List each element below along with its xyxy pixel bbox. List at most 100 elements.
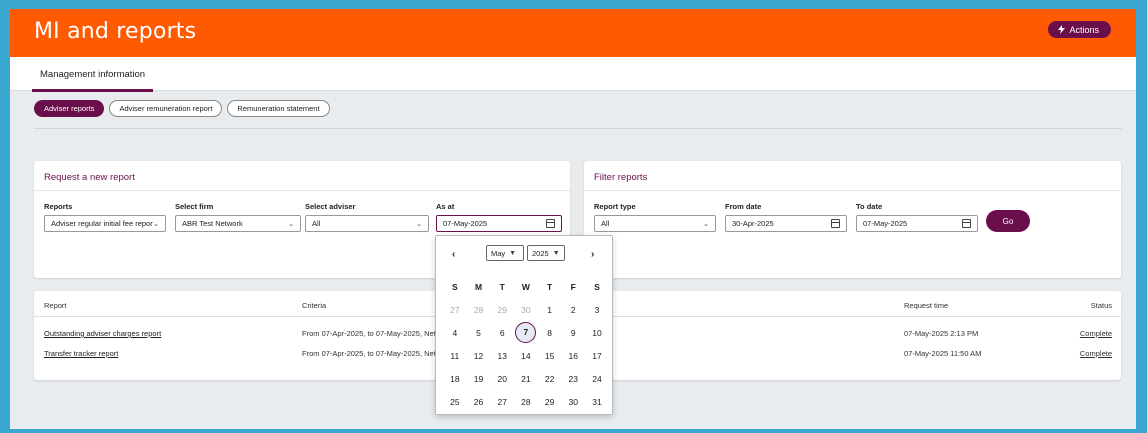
report-type-select[interactable]: All ⌄ <box>594 215 716 232</box>
next-month-button[interactable]: › <box>591 249 594 260</box>
calendar-day-label: 12 <box>473 350 484 361</box>
calendar-day[interactable]: 15 <box>538 351 562 361</box>
firm-select[interactable]: ABR Test Network ⌄ <box>175 215 301 232</box>
as-at-value: 07-May-2025 <box>443 219 488 228</box>
calendar-day[interactable]: 12 <box>467 351 491 361</box>
calendar-day[interactable]: 16 <box>561 351 585 361</box>
calendar-day[interactable]: 29 <box>538 397 562 407</box>
calendar-day-label: 29 <box>497 304 507 315</box>
calendar-day-label: 16 <box>568 350 579 361</box>
reports-value: Adviser regular initial fee report <box>51 219 154 228</box>
calendar-day-label: 28 <box>473 304 484 315</box>
calendar-day[interactable]: 27 <box>490 397 514 407</box>
calendar-day-label: 21 <box>521 373 531 384</box>
previous-month-button[interactable]: ‹ <box>452 249 455 260</box>
calendar-day[interactable]: 25 <box>443 397 467 407</box>
status-link[interactable]: Complete <box>1080 349 1112 358</box>
calendar-icon[interactable] <box>962 219 971 228</box>
column-header-status: Status <box>1090 301 1112 310</box>
month-value: May <box>491 248 506 258</box>
report-link[interactable]: Outstanding adviser charges report <box>44 329 161 338</box>
calendar-day[interactable]: 31 <box>585 397 609 407</box>
lightning-icon <box>1058 25 1066 34</box>
calendar-day-label: 11 <box>450 350 460 361</box>
calendar-day[interactable]: 22 <box>538 374 562 384</box>
actions-button[interactable]: Actions <box>1048 21 1111 38</box>
as-at-date-input[interactable]: 07-May-2025 <box>436 215 562 232</box>
calendar-week-row: 4 5 6 7 8 9 10 <box>443 321 609 344</box>
calendar-day-label: 9 <box>570 327 576 338</box>
calendar-day[interactable]: 7 <box>514 322 538 343</box>
report-link[interactable]: Transfer tracker report <box>44 349 118 358</box>
calendar-day[interactable]: 9 <box>561 328 585 338</box>
calendar-day[interactable]: 3 <box>585 305 609 315</box>
go-button[interactable]: Go <box>986 210 1030 232</box>
calendar-day-label: 14 <box>521 350 531 361</box>
to-date-input[interactable]: 07-May-2025 <box>856 215 978 232</box>
calendar-day[interactable]: 5 <box>467 328 491 338</box>
calendar-day[interactable]: 20 <box>490 374 514 384</box>
calendar-day[interactable]: 6 <box>490 328 514 338</box>
calendar-day[interactable]: 23 <box>561 374 585 384</box>
calendar-day-label: 31 <box>592 396 602 407</box>
calendar-day[interactable]: 28 <box>467 305 491 315</box>
status-link[interactable]: Complete <box>1080 329 1112 338</box>
tab-bar: Management information <box>10 57 1136 92</box>
from-date-label: From date <box>725 202 762 211</box>
calendar-day[interactable]: 17 <box>585 351 609 361</box>
chevron-down-icon: ⌄ <box>416 220 422 228</box>
calendar-day-label: 30 <box>568 396 579 407</box>
calendar-day[interactable]: 13 <box>490 351 514 361</box>
tab-management-information[interactable]: Management information <box>32 57 154 92</box>
year-select[interactable]: 2025 ▼ <box>527 245 565 261</box>
calendar-day-label: 30 <box>521 304 531 315</box>
calendar-day[interactable]: 10 <box>585 328 609 338</box>
weekday-label: F <box>570 281 576 292</box>
tab-adviser-reports[interactable]: Adviser reports <box>34 100 105 117</box>
calendar-day[interactable]: 19 <box>467 374 491 384</box>
calendar-day[interactable]: 11 <box>443 351 467 361</box>
calendar-day-label: 1 <box>547 304 552 315</box>
adviser-label: Select adviser <box>305 202 356 211</box>
filter-reports-card: Filter reports Report type All ⌄ From da… <box>584 161 1121 278</box>
calendar-day[interactable]: 30 <box>561 397 585 407</box>
tab-adviser-remuneration-report[interactable]: Adviser remuneration report <box>109 100 223 117</box>
calendar-weeks: 27 28 29 30 1 2 3 4 5 6 7 8 9 10 11 12 13 14 15 16 17 18 19 20 2… <box>443 298 609 413</box>
calendar-day[interactable]: 30 <box>514 305 538 315</box>
request-report-title: Request a new report <box>44 172 135 183</box>
from-date-input[interactable]: 30-Apr-2025 <box>725 215 847 232</box>
calendar-day-label: 27 <box>497 396 507 407</box>
calendar-day[interactable]: 1 <box>538 305 562 315</box>
calendar-day[interactable]: 18 <box>443 374 467 384</box>
calendar-icon[interactable] <box>546 219 555 228</box>
from-date-value: 30-Apr-2025 <box>732 219 774 228</box>
tab-remuneration-statement[interactable]: Remuneration statement <box>227 100 330 117</box>
calendar-day[interactable]: 24 <box>585 374 609 384</box>
adviser-value: All <box>312 219 321 228</box>
calendar-day[interactable]: 8 <box>538 328 562 338</box>
calendar-day[interactable]: 2 <box>561 305 585 315</box>
calendar-day[interactable]: 4 <box>443 328 467 338</box>
weekday-label: S <box>452 281 458 292</box>
calendar-day[interactable]: 27 <box>443 305 467 315</box>
card-divider <box>584 190 1121 191</box>
calendar-day-label: 7 <box>515 322 537 343</box>
calendar-day[interactable]: 29 <box>490 305 514 315</box>
reports-select[interactable]: Adviser regular initial fee report ⌄ <box>44 215 166 232</box>
date-picker: ‹ May ▼ 2025 ▼ › S M T W T F S 27 28 29 30 1… <box>435 235 613 415</box>
calendar-day-label: 15 <box>544 350 555 361</box>
month-select[interactable]: May ▼ <box>486 245 524 261</box>
calendar-day[interactable]: 28 <box>514 397 538 407</box>
calendar-icon[interactable] <box>831 219 840 228</box>
calendar-day-label: 24 <box>592 373 602 384</box>
calendar-day[interactable]: 26 <box>467 397 491 407</box>
calendar-day[interactable]: 14 <box>514 351 538 361</box>
chevron-down-icon: ⌄ <box>288 220 294 228</box>
criteria-cell: From 07-Apr-2025, to 07-May-2025, Netw <box>302 349 442 358</box>
as-at-label: As at <box>436 202 455 211</box>
calendar-day-label: 22 <box>544 373 555 384</box>
calendar-day[interactable]: 21 <box>514 374 538 384</box>
to-date-label: To date <box>856 202 883 211</box>
adviser-select[interactable]: All ⌄ <box>305 215 429 232</box>
page-title: MI and reports <box>34 19 197 44</box>
